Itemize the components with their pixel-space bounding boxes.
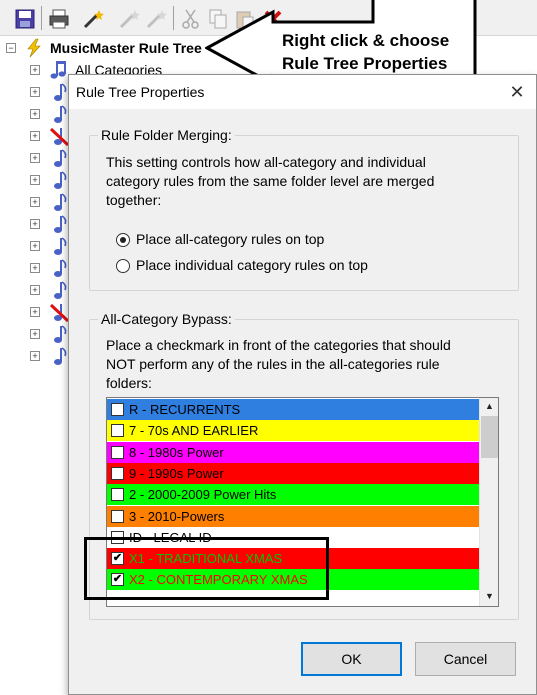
music-note-icon (54, 193, 67, 211)
scrollbar-thumb[interactable] (481, 416, 498, 458)
save-icon[interactable] (14, 8, 36, 30)
dialog-title: Rule Tree Properties (76, 84, 205, 100)
ok-button[interactable]: OK (301, 642, 402, 676)
scrollbar[interactable]: ▲ ▼ (479, 398, 498, 606)
checkbox[interactable] (111, 424, 124, 438)
checklist-item[interactable]: 8 - 1980s Power (107, 441, 479, 463)
radio-button[interactable] (116, 233, 130, 247)
checklist-item-label[interactable]: 9 - 1990s Power (129, 466, 224, 481)
music-notes-icon (50, 61, 66, 79)
checklist-item-label[interactable]: R - RECURRENTS (129, 402, 240, 417)
merging-group-label: Rule Folder Merging: (98, 127, 235, 143)
checklist-item-label[interactable]: 8 - 1980s Power (129, 445, 224, 460)
expand-icon[interactable]: + (30, 241, 40, 251)
checkbox[interactable] (111, 403, 124, 416)
wand-disabled-icon (119, 10, 140, 29)
music-note-icon (54, 215, 67, 233)
music-note-icon (54, 281, 67, 299)
expand-icon[interactable]: + (30, 175, 40, 185)
checklist-item[interactable]: 7 - 70s AND EARLIER (107, 420, 479, 442)
bypass-group-label: All-Category Bypass: (98, 311, 235, 327)
expand-icon[interactable]: + (30, 219, 40, 229)
music-note-icon (54, 105, 67, 123)
wand-icon[interactable] (82, 8, 104, 30)
tree-root-label[interactable]: MusicMaster Rule Tree (50, 40, 202, 56)
description-line: folders: (106, 375, 152, 391)
toolbar-separator (173, 6, 174, 30)
lightning-icon (27, 38, 41, 58)
checklist-item[interactable]: 2 - 2000-2009 Power Hits (107, 484, 479, 506)
callout-line: Rule Tree Properties (282, 54, 448, 73)
music-note-icon (54, 237, 67, 255)
toolbar-separator (41, 6, 42, 30)
music-note-icon (54, 325, 67, 343)
expand-icon[interactable]: + (30, 351, 40, 361)
music-note-icon (54, 171, 67, 189)
music-note-icon (54, 347, 67, 365)
checklist-item[interactable]: R - RECURRENTS (107, 399, 479, 420)
expand-icon[interactable]: + (30, 329, 40, 339)
bypass-description: Place a checkmark in front of the catego… (106, 336, 451, 393)
scroll-down-icon[interactable]: ▼ (480, 588, 498, 605)
highlight-box (84, 537, 329, 600)
merging-group: Rule Folder Merging: This setting contro… (89, 127, 519, 291)
expand-icon[interactable]: + (30, 109, 40, 119)
music-note-icon (54, 259, 67, 277)
cancel-button[interactable]: Cancel (415, 642, 516, 676)
expand-icon[interactable]: + (30, 197, 40, 207)
cut-icon (182, 9, 199, 29)
expand-icon[interactable]: + (30, 263, 40, 273)
rule-tree-properties-dialog: Rule Tree Properties ✕ Rule Folder Mergi… (68, 74, 537, 695)
bypass-note-icon (49, 303, 70, 323)
expand-icon[interactable]: + (30, 131, 40, 141)
merging-description: This setting controls how all-category a… (106, 153, 434, 210)
checkbox[interactable] (111, 445, 124, 459)
checklist-item[interactable]: 9 - 1990s Power (107, 462, 479, 484)
radio-button[interactable] (116, 259, 130, 273)
dialog-titlebar[interactable]: Rule Tree Properties ✕ (69, 75, 536, 109)
collapse-icon[interactable]: − (6, 43, 16, 53)
checklist-item-label[interactable]: 3 - 2010-Powers (129, 509, 224, 524)
expand-icon[interactable]: + (30, 307, 40, 317)
description-line: This setting controls how all-category a… (106, 154, 426, 170)
checklist-item[interactable]: 3 - 2010-Powers (107, 505, 479, 527)
checkbox[interactable] (111, 488, 124, 502)
callout-text: Right click & choose Rule Tree Propertie… (282, 29, 449, 75)
expand-icon[interactable]: + (30, 285, 40, 295)
checklist-item-label[interactable]: 2 - 2000-2009 Power Hits (129, 487, 276, 502)
description-line: together: (106, 192, 162, 208)
radio-label[interactable]: Place individual category rules on top (136, 257, 368, 273)
checkbox[interactable] (111, 466, 124, 480)
description-line: category rules from the same folder leve… (106, 173, 435, 189)
music-note-icon (54, 149, 67, 167)
bypass-note-icon (49, 127, 70, 147)
radio-individual-category-on-top[interactable]: Place individual category rules on top (116, 256, 416, 276)
close-icon[interactable]: ✕ (501, 77, 533, 107)
expand-icon[interactable]: + (30, 65, 40, 75)
checklist-item-label[interactable]: 7 - 70s AND EARLIER (129, 423, 258, 438)
description-line: NOT perform any of the rules in the all-… (106, 356, 440, 372)
description-line: Place a checkmark in front of the catego… (106, 337, 451, 353)
radio-all-category-on-top[interactable]: Place all-category rules on top (116, 230, 416, 250)
expand-icon[interactable]: + (30, 87, 40, 97)
scroll-up-icon[interactable]: ▲ (480, 398, 498, 415)
callout-line: Right click & choose (282, 31, 450, 50)
radio-label[interactable]: Place all-category rules on top (136, 231, 324, 247)
radio-selected-dot (120, 237, 126, 243)
wand-disabled-icon (146, 10, 167, 29)
expand-icon[interactable]: + (30, 153, 40, 163)
print-icon[interactable] (48, 8, 70, 30)
checkbox[interactable] (111, 509, 124, 523)
music-note-icon (54, 83, 67, 101)
